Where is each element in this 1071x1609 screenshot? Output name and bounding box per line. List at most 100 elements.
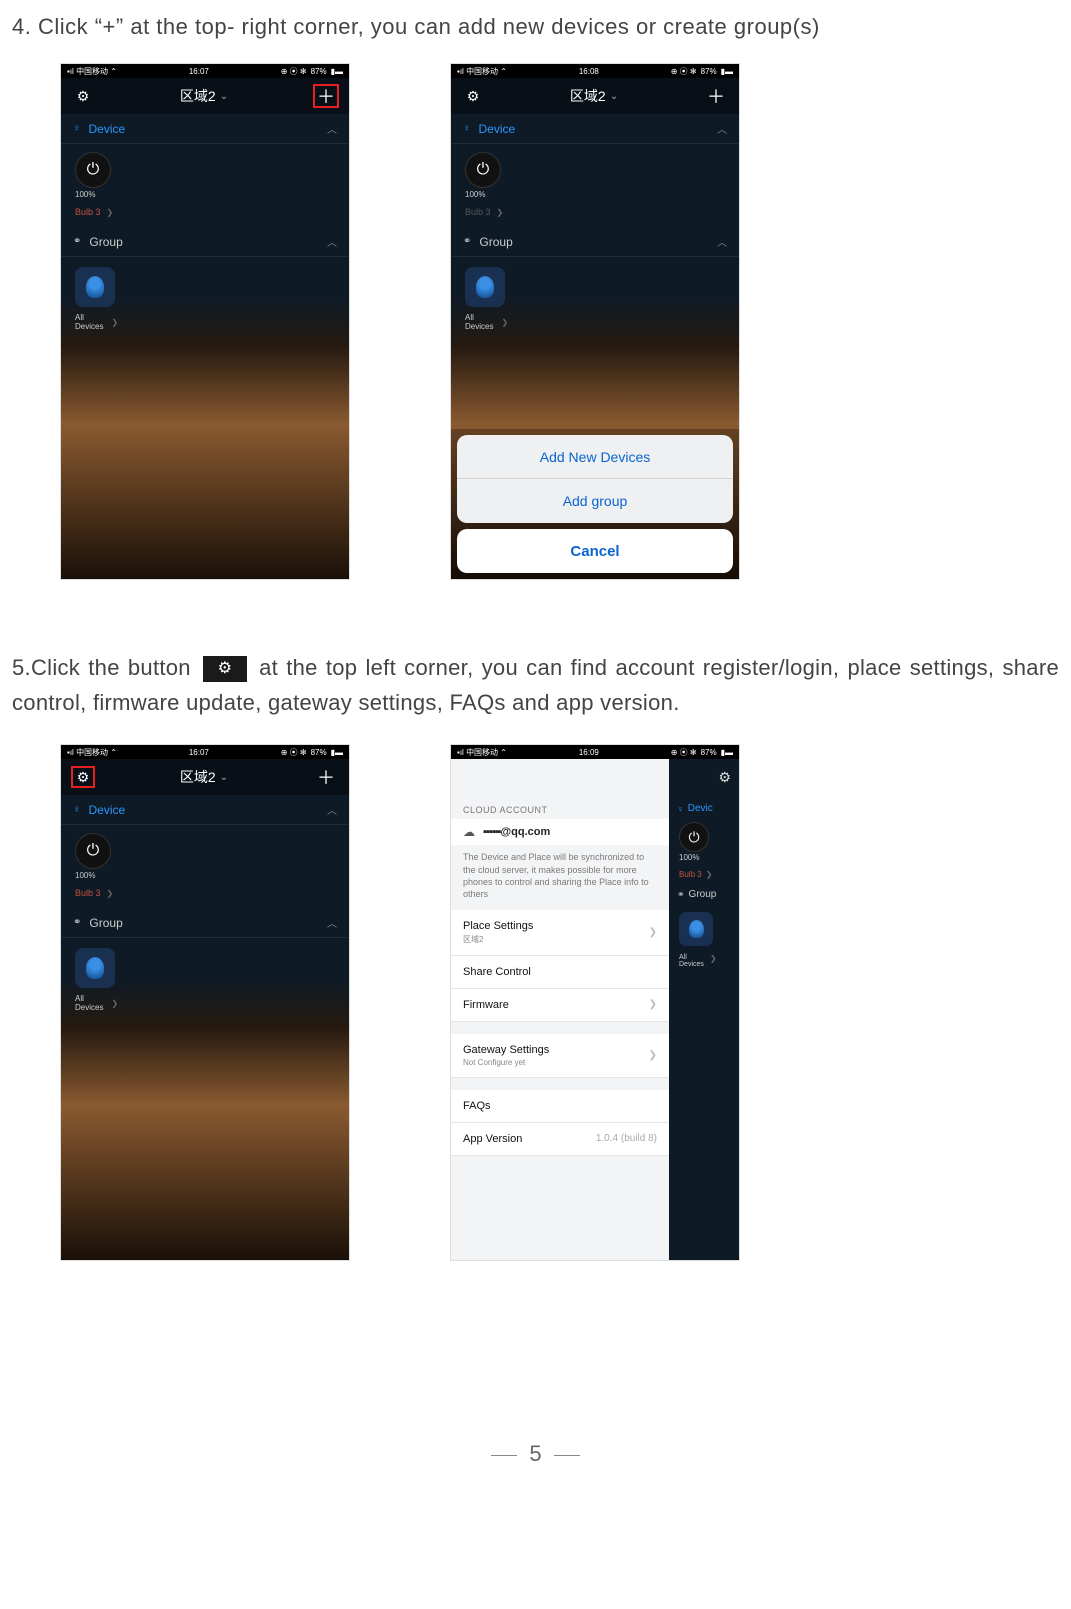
bulb-row[interactable]: Bulb 3 ❯	[61, 884, 349, 908]
status-right: ⊕ ⦿ ✻87%▮▬	[281, 747, 343, 758]
add-button[interactable]: ＋	[703, 84, 729, 108]
bulb-label: Bulb 3	[679, 870, 702, 879]
group-tile[interactable]	[75, 267, 115, 307]
settings-button[interactable]: ⚙	[71, 766, 95, 788]
group-all-label[interactable]: AllDevices ❯	[451, 311, 739, 333]
carrier-label: ▪ıl 中国移动 ⌃	[457, 66, 507, 77]
power-block: ⏻ 100%	[451, 144, 739, 203]
status-right: ⊕ ⦿ ✻87%▮▬	[671, 747, 733, 758]
group-section-label: Group	[479, 235, 512, 249]
bulb-outline-icon: ♀	[463, 123, 471, 134]
group-tile[interactable]	[465, 267, 505, 307]
settings-button[interactable]: ⚙	[461, 85, 485, 107]
sheet-add-devices[interactable]: Add New Devices	[457, 435, 733, 479]
group-icon: ⚭	[73, 917, 81, 928]
power-icon: ⏻	[87, 842, 100, 860]
cloud-icon: ☁	[463, 825, 475, 839]
power-icon: ⏻	[688, 829, 699, 846]
chevron-down-icon: ⌄	[220, 772, 228, 783]
add-button[interactable]: ＋	[313, 765, 339, 789]
sheet-add-group[interactable]: Add group	[457, 479, 733, 523]
brightness-percent: 100%	[465, 190, 485, 199]
device-section-header[interactable]: ♀ Device ︿	[451, 114, 739, 144]
chevron-right-icon: ❯	[111, 999, 118, 1008]
cloud-account-header: CLOUD ACCOUNT	[463, 805, 657, 815]
phone-screenshot-action-sheet: ▪ıl 中国移动 ⌃ 16:08 ⊕ ⦿ ✻87%▮▬ ⚙ 区域2 ⌄ ＋ ♀ …	[450, 63, 740, 580]
account-email: ▪▪▪▪▪▪@qq.com	[483, 826, 550, 838]
zone-selector[interactable]: 区域2 ⌄	[180, 86, 228, 106]
power-icon: ⏻	[477, 161, 490, 179]
bulb-label: Bulb 3	[75, 888, 101, 898]
share-control-label: Share Control	[463, 966, 531, 978]
power-button[interactable]: ⏻	[465, 152, 501, 188]
status-bar: ▪ıl 中国移动 ⌃ 16:07 ⊕ ⦿ ✻87%▮▬	[61, 745, 349, 759]
faqs-row[interactable]: FAQs	[451, 1090, 669, 1123]
power-button[interactable]: ⏻	[75, 833, 111, 869]
gateway-settings-row[interactable]: Gateway Settings Not Configure yet ❯	[451, 1034, 669, 1078]
account-email-row[interactable]: ☁ ▪▪▪▪▪▪@qq.com	[451, 819, 669, 845]
gear-inline-icon: ⚙	[203, 656, 247, 682]
group-tile[interactable]	[75, 948, 115, 988]
place-settings-row[interactable]: Place Settings 区域2 ❯	[451, 910, 669, 956]
gear-icon: ⚙	[718, 769, 731, 786]
share-control-row[interactable]: Share Control	[451, 956, 669, 989]
chevron-right-icon: ❯	[706, 870, 713, 879]
power-button: ⏻	[679, 822, 709, 852]
place-settings-sub: 区域2	[463, 934, 533, 945]
clock-label: 16:09	[579, 748, 599, 757]
bulb-outline-icon: ♀	[677, 804, 684, 814]
bulb-outline-icon: ♀	[73, 123, 81, 134]
group-all-label[interactable]: AllDevices ❯	[61, 992, 349, 1014]
device-section-header[interactable]: ♀ Device ︿	[61, 795, 349, 825]
settings-button[interactable]: ⚙	[71, 85, 95, 107]
power-button[interactable]: ⏻	[75, 152, 111, 188]
plus-icon: ＋	[317, 83, 335, 109]
gear-icon: ⚙	[467, 88, 480, 105]
action-sheet: Add New Devices Add group Cancel	[451, 429, 739, 579]
add-button[interactable]: ＋	[313, 84, 339, 108]
top-bar: ⚙ 区域2 ⌄ ＋	[451, 78, 739, 114]
sheet-cancel[interactable]: Cancel	[457, 529, 733, 573]
page-number: 5	[529, 1441, 541, 1466]
zone-selector[interactable]: 区域2 ⌄	[570, 86, 618, 106]
device-section-header[interactable]: ♀ Device ︿	[61, 114, 349, 144]
chevron-right-icon: ❯	[649, 999, 657, 1010]
chevron-up-icon: ︿	[717, 121, 727, 136]
bulb-label: Bulb 3	[75, 207, 101, 217]
gateway-settings-label: Gateway Settings	[463, 1044, 549, 1056]
device-section-label: Device	[89, 803, 126, 817]
firmware-row[interactable]: Firmware ❯	[451, 989, 669, 1022]
bulb-icon	[86, 276, 104, 298]
group-section-label: Group	[89, 235, 122, 249]
device-section-label: Device	[479, 122, 516, 136]
instruction-step-4: 4. Click “+” at the top- right corner, y…	[0, 10, 1071, 63]
cloud-description: The Device and Place will be synchronize…	[451, 845, 669, 910]
zone-label: 区域2	[570, 86, 606, 106]
power-block: ⏻ 100%	[61, 144, 349, 203]
bulb-label: Bulb 3	[465, 207, 491, 217]
gear-icon: ⚙	[77, 769, 90, 786]
plus-icon: ＋	[317, 764, 335, 790]
chevron-up-icon: ︿	[327, 802, 337, 817]
app-version-value: 1.0.4 (build 8)	[596, 1133, 657, 1144]
group-all-label[interactable]: AllDevices ❯	[61, 311, 349, 333]
place-settings-label: Place Settings	[463, 920, 533, 932]
group-section-header[interactable]: ⚭ Group ︿	[451, 227, 739, 257]
carrier-label: ▪ıl 中国移动 ⌃	[67, 66, 117, 77]
chevron-down-icon: ⌄	[610, 91, 618, 102]
bulb-row[interactable]: Bulb 3 ❯	[451, 203, 739, 227]
chevron-right-icon: ❯	[107, 208, 114, 217]
group-section-header[interactable]: ⚭ Group ︿	[61, 227, 349, 257]
faqs-label: FAQs	[463, 1100, 491, 1112]
top-bar: ⚙ 区域2 ⌄ ＋	[61, 78, 349, 114]
gear-icon: ⚙	[77, 88, 90, 105]
group-section-header[interactable]: ⚭ Group ︿	[61, 908, 349, 938]
bulb-icon	[476, 276, 494, 298]
zone-label: 区域2	[180, 86, 216, 106]
chevron-right-icon: ❯	[649, 927, 657, 938]
app-version-label: App Version	[463, 1133, 522, 1145]
chevron-right-icon: ❯	[497, 208, 504, 217]
zone-selector[interactable]: 区域2 ⌄	[180, 767, 228, 787]
bulb-row[interactable]: Bulb 3 ❯	[61, 203, 349, 227]
power-icon: ⏻	[87, 161, 100, 179]
